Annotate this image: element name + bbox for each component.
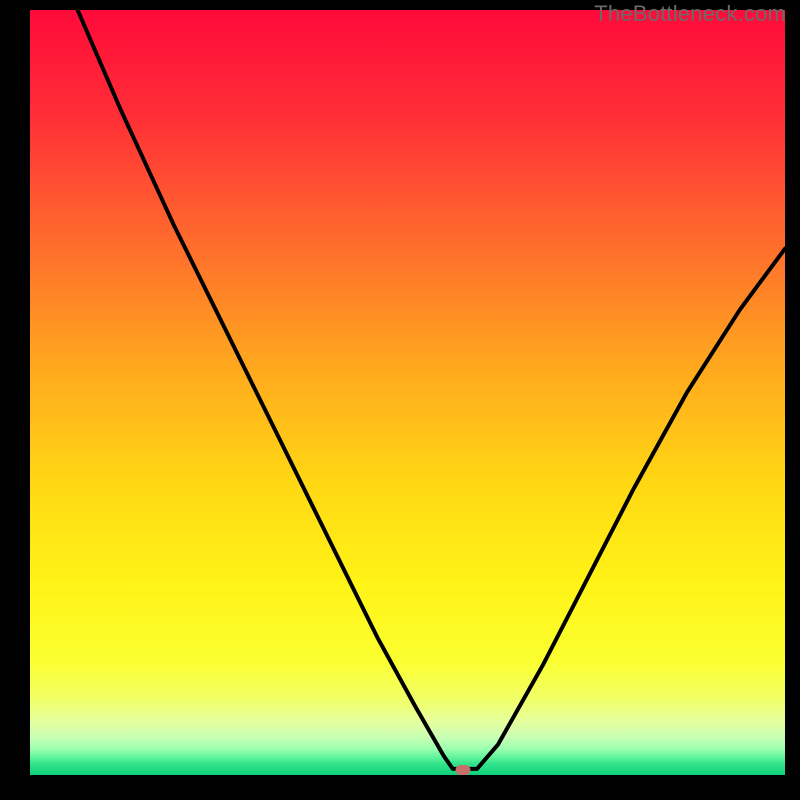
watermark-text: TheBottleneck.com — [594, 1, 786, 27]
curve-layer — [30, 10, 785, 775]
optimal-point-marker — [456, 765, 471, 775]
bottleneck-curve — [78, 10, 785, 769]
chart-frame: TheBottleneck.com — [0, 0, 800, 800]
plot-area — [30, 10, 785, 775]
